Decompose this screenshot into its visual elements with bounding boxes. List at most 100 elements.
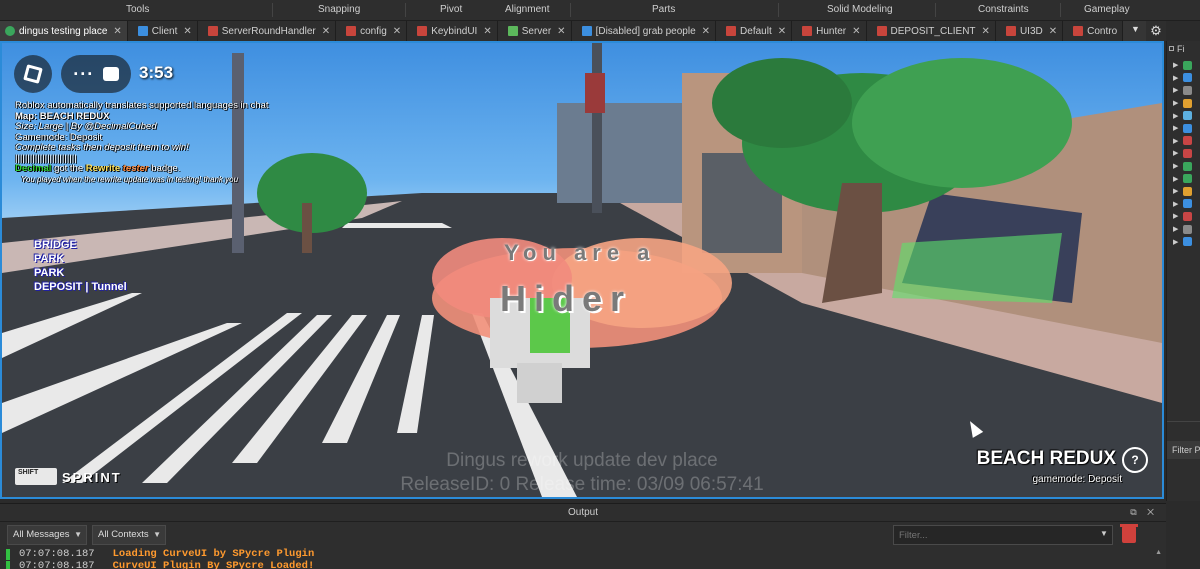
explorer-tree-item[interactable]: ▶ (1167, 185, 1200, 198)
expand-arrow-icon[interactable]: ▶ (1173, 175, 1183, 183)
explorer-item-icon (1183, 98, 1192, 108)
chat-log: Roblox automatically translates supporte… (15, 101, 345, 185)
scroll-up-icon[interactable]: ▲ (1155, 549, 1162, 556)
contexts-filter-dropdown[interactable]: All Contexts ▼ (92, 525, 166, 545)
output-log: 07:07:08.187 Loading CurveUI by SPycre P… (6, 548, 314, 569)
close-icon[interactable]: ✕ (557, 26, 565, 37)
chevron-down-icon[interactable]: ▼ (1100, 529, 1108, 538)
tab-deposit-client[interactable]: DEPOSIT_CLIENT ✕ (866, 21, 996, 41)
explorer-tree-item[interactable]: ▶ (1167, 160, 1200, 173)
expand-arrow-icon[interactable]: ▶ (1173, 162, 1183, 170)
explorer-item-icon (1183, 211, 1192, 221)
explorer-item-icon (1183, 136, 1192, 146)
tab-client[interactable]: Client ✕ (127, 21, 198, 41)
output-line: 07:07:08.187 Loading CurveUI by SPycre P… (6, 548, 314, 561)
explorer-panel: Fi ▶ ▶ ▶ ▶ ▶ ▶ ▶ ▶ ▶ ▶ ▶ ▶ ▶ ▶ ▶ Filter P (1166, 41, 1200, 501)
more-options-icon[interactable]: ··· (73, 65, 94, 83)
tab-label: Contro (1087, 25, 1118, 37)
explorer-tree-item[interactable]: ▶ (1167, 172, 1200, 185)
explorer-tree-item[interactable]: ▶ (1167, 72, 1200, 85)
close-icon[interactable]: ✕ (483, 26, 491, 37)
expand-arrow-icon[interactable]: ▶ (1173, 86, 1183, 94)
expand-arrow-icon[interactable]: ▶ (1173, 200, 1183, 208)
close-icon[interactable]: ✕ (778, 26, 786, 37)
chat-message: Roblox automatically translates supporte… (15, 101, 269, 111)
game-viewport[interactable]: ··· 3:53 Roblox automatically translates… (0, 41, 1164, 499)
expand-arrow-icon[interactable]: ▶ (1173, 187, 1183, 195)
ribbon-section-pivot[interactable]: Pivot (440, 4, 462, 15)
ribbon-section-constraints[interactable]: Constraints (978, 4, 1029, 15)
close-icon[interactable]: ✕ (322, 26, 330, 37)
tab-dingus-testing-place[interactable]: dingus testing place ✕ (0, 21, 128, 41)
explorer-tree-item[interactable]: ▶ (1167, 135, 1200, 148)
ribbon-section-alignment[interactable]: Alignment (505, 4, 549, 15)
ribbon-section-snapping[interactable]: Snapping (318, 4, 360, 15)
explorer-header-label: Fi (1177, 44, 1185, 54)
expand-arrow-icon[interactable]: ▶ (1173, 61, 1183, 69)
explorer-tree-item[interactable]: ▶ (1167, 198, 1200, 211)
panel-toggle-icon[interactable] (1169, 46, 1174, 51)
explorer-tree-item[interactable]: ▶ (1167, 97, 1200, 110)
tab-grab-people[interactable]: [Disabled] grab people ✕ (571, 21, 717, 41)
local-script-icon (581, 26, 592, 36)
tab-server[interactable]: Server ✕ (497, 21, 572, 41)
close-icon[interactable]: ✕ (113, 26, 121, 37)
server-script-icon (802, 26, 813, 36)
explorer-item-icon (1183, 111, 1192, 121)
panel-window-controls-icon[interactable]: ⧉ ✕ (1130, 507, 1158, 518)
tab-ui3d[interactable]: UI3D ✕ (995, 21, 1064, 41)
output-filter-input[interactable] (893, 525, 1113, 545)
tab-config[interactable]: config ✕ (336, 21, 408, 41)
waypoint-label: BRIDGE (34, 239, 77, 251)
expand-arrow-icon[interactable]: ▶ (1173, 112, 1183, 120)
expand-arrow-icon[interactable]: ▶ (1173, 149, 1183, 157)
badge-tester: tester (122, 164, 149, 174)
close-icon[interactable]: ✕ (702, 26, 710, 37)
expand-arrow-icon[interactable]: ▶ (1173, 212, 1183, 220)
expand-arrow-icon[interactable]: ▶ (1173, 225, 1183, 233)
tab-keybind-ui[interactable]: KeybindUI ✕ (407, 21, 498, 41)
sprint-key-icon[interactable]: SHIFT (15, 468, 57, 485)
expand-arrow-icon[interactable]: ▶ (1173, 137, 1183, 145)
explorer-tree-item[interactable]: ▶ (1167, 59, 1200, 72)
server-script-icon (1005, 26, 1016, 36)
explorer-tree-item[interactable]: ▶ (1167, 223, 1200, 236)
messages-filter-dropdown[interactable]: All Messages ▼ (7, 525, 87, 545)
clear-output-trash-icon[interactable] (1120, 524, 1138, 543)
info-icon[interactable]: ? (1122, 447, 1148, 473)
filter-properties-field[interactable]: Filter P (1167, 441, 1200, 459)
tab-server-round-handler[interactable]: ServerRoundHandler ✕ (197, 21, 337, 41)
ribbon-divider (405, 3, 406, 17)
chat-message: Complete tasks then deposit them to win! (15, 143, 189, 153)
explorer-tree-item[interactable]: ▶ (1167, 109, 1200, 122)
expand-arrow-icon[interactable]: ▶ (1173, 124, 1183, 132)
explorer-tree-item[interactable]: ▶ (1167, 84, 1200, 97)
expand-arrow-icon[interactable]: ▶ (1173, 238, 1183, 246)
tab-hunter[interactable]: Hunter ✕ (792, 21, 867, 41)
explorer-tree-item[interactable]: ▶ (1167, 235, 1200, 248)
tab-contro[interactable]: Contro (1063, 21, 1124, 41)
gear-icon[interactable]: ⚙ (1146, 21, 1166, 41)
chat-icon[interactable] (102, 67, 119, 81)
close-icon[interactable]: ✕ (982, 26, 990, 37)
explorer-tree-item[interactable]: ▶ (1167, 147, 1200, 160)
log-level-marker (6, 560, 10, 569)
close-icon[interactable]: ✕ (852, 26, 860, 37)
explorer-tree-item[interactable]: ▶ (1167, 210, 1200, 223)
roblox-menu-button[interactable] (14, 55, 52, 93)
tab-label: [Disabled] grab people (595, 25, 696, 37)
explorer-item-icon (1183, 85, 1192, 95)
ribbon-section-solid-modeling[interactable]: Solid Modeling (827, 4, 893, 15)
expand-arrow-icon[interactable]: ▶ (1173, 99, 1183, 107)
close-icon[interactable]: ✕ (183, 26, 191, 37)
ribbon-section-tools[interactable]: Tools (126, 4, 149, 15)
roblox-logo-icon (23, 64, 43, 84)
tab-overflow-chevron-icon[interactable]: ▼ (1131, 24, 1140, 34)
close-icon[interactable]: ✕ (1049, 26, 1057, 37)
close-icon[interactable]: ✕ (393, 26, 401, 37)
ribbon-section-parts[interactable]: Parts (652, 4, 675, 15)
expand-arrow-icon[interactable]: ▶ (1173, 74, 1183, 82)
ribbon-section-gameplay[interactable]: Gameplay (1084, 4, 1130, 15)
tab-default[interactable]: Default ✕ (716, 21, 793, 41)
explorer-tree-item[interactable]: ▶ (1167, 122, 1200, 135)
